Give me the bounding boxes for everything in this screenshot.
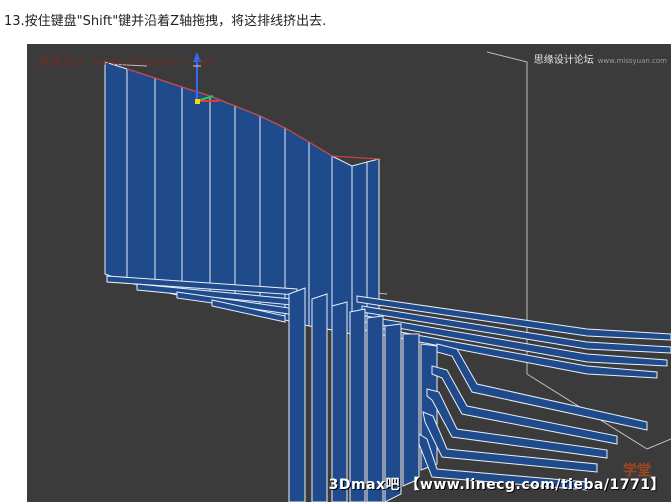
diagonal-extruded-lines-lower-right[interactable]: [418, 343, 648, 491]
watermark-bottom-right: 3Dmax吧 【www.linecg.com/tieba/1771】: [328, 477, 665, 493]
gizmo-center: [195, 99, 200, 104]
scene-canvas[interactable]: [27, 44, 671, 502]
watermark-top-right-title: 思缘设计论坛: [533, 55, 594, 66]
3d-viewport[interactable]: 思缘设计 www.missyuan.com 思缘设计论坛 www.missyuan…: [27, 44, 671, 502]
watermark-top-left: 思缘设计 www.missyuan.com: [39, 55, 217, 68]
step-caption: 13.按住键盘"Shift"键并沿着Z轴拖拽，将这排线挤出去.: [4, 14, 327, 29]
watermark-top-right: 思缘设计论坛 www.missyuan.com: [534, 51, 667, 66]
watermark-top-right-sub: www.missyuan.com: [597, 57, 667, 65]
vertical-extruded-lines-upper[interactable]: [104, 61, 380, 335]
